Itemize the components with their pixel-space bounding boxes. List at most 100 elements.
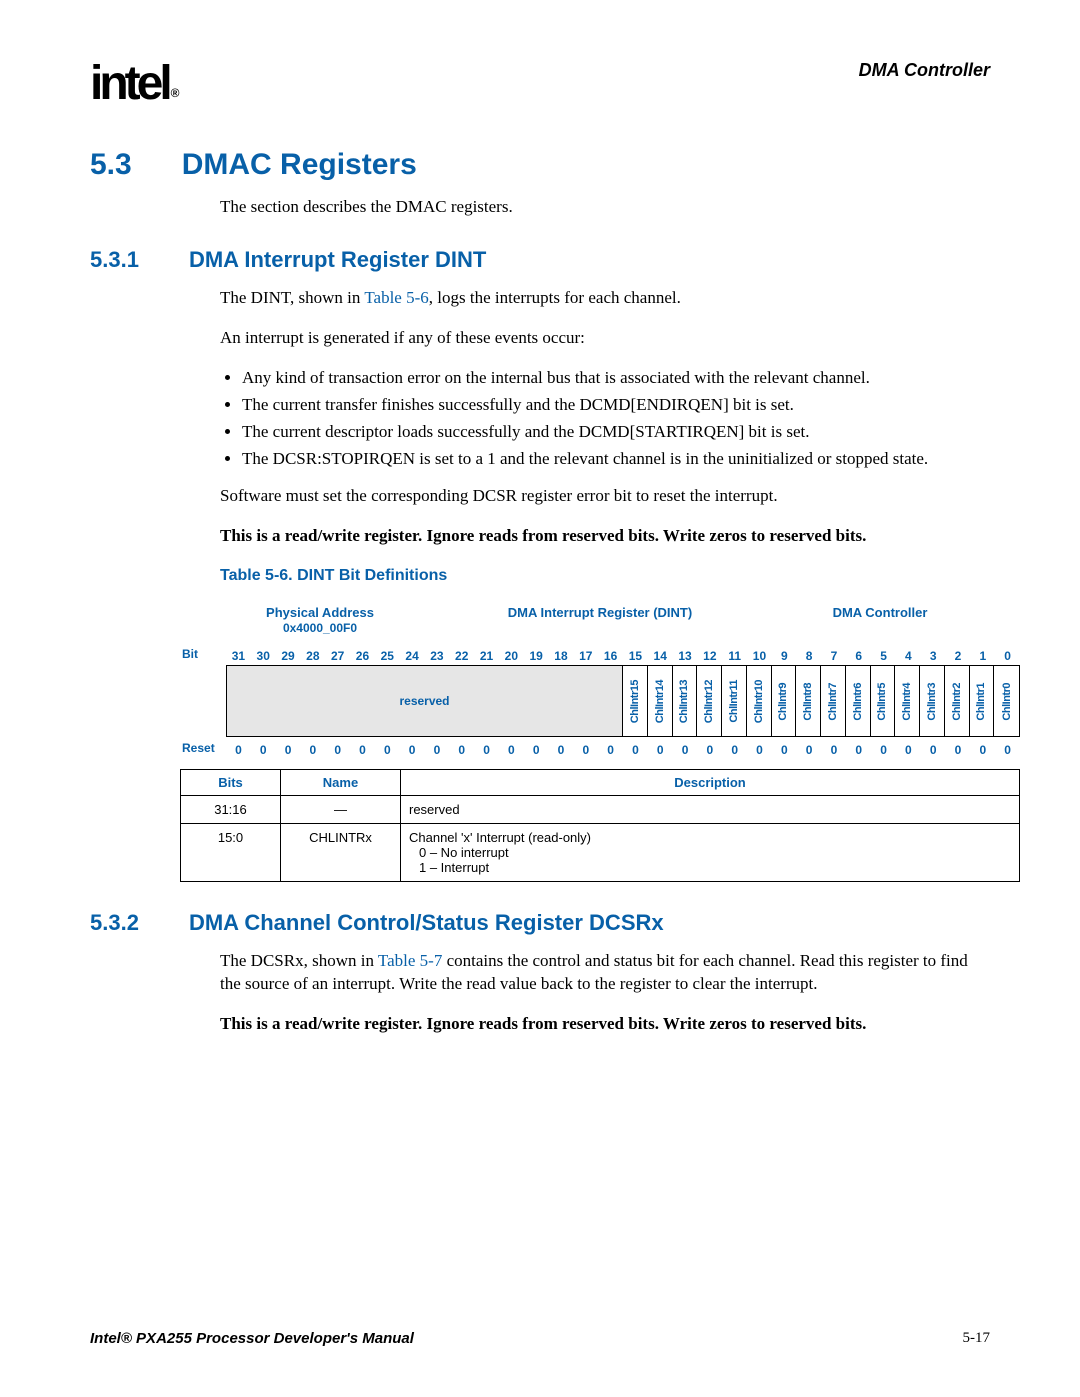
reset-value: 0: [573, 741, 598, 759]
cell-name: —: [281, 796, 401, 824]
bit-number-row: Bit 313029282726252423222120191817161514…: [180, 647, 1020, 665]
logo-text: intel: [90, 57, 169, 110]
reset-row: Reset 00000000000000000000000000000000: [180, 741, 1020, 759]
text-span: , logs the interrupts for each channel.: [429, 288, 681, 307]
bit-field: ChlIntr13: [673, 666, 698, 736]
reset-values: 00000000000000000000000000000000: [226, 741, 1020, 759]
bit-field: ChlIntr6: [846, 666, 871, 736]
reset-value: 0: [946, 741, 971, 759]
reset-value: 0: [970, 741, 995, 759]
reset-value: 0: [400, 741, 425, 759]
col-name: Name: [281, 770, 401, 796]
heading-number: 5.3.1: [90, 247, 139, 273]
label: Physical Address: [266, 605, 374, 620]
heading-5-3-1: 5.3.1 DMA Interrupt Register DINT: [90, 247, 990, 273]
reset-value: 0: [772, 741, 797, 759]
bit-number: 29: [276, 647, 301, 665]
intel-logo: intel®: [90, 60, 174, 108]
reset-value: 0: [499, 741, 524, 759]
register-header: Physical Address 0x4000_00F0 DMA Interru…: [180, 599, 1020, 637]
bit-field: ChlIntr10: [747, 666, 772, 736]
row-label-bit: Bit: [180, 647, 226, 665]
paragraph-bold: This is a read/write register. Ignore re…: [220, 1013, 990, 1036]
reset-value: 0: [549, 741, 574, 759]
bit-field: ChlIntr8: [796, 666, 821, 736]
table-header-row: Bits Name Description: [181, 770, 1020, 796]
address-value: 0x4000_00F0: [283, 621, 357, 635]
bit-number: 13: [673, 647, 698, 665]
bit-field: ChlIntr2: [945, 666, 970, 736]
bit-number: 0: [995, 647, 1020, 665]
table-reference-link[interactable]: Table 5-6: [364, 288, 428, 307]
reset-value: 0: [276, 741, 301, 759]
col-bits: Bits: [181, 770, 281, 796]
text-span: The DINT, shown in: [220, 288, 364, 307]
bit-field: ChlIntr1: [970, 666, 995, 736]
bit-number: 30: [251, 647, 276, 665]
bit-number: 19: [524, 647, 549, 665]
reset-value: 0: [896, 741, 921, 759]
bit-field: ChlIntr9: [772, 666, 797, 736]
heading-text: DMAC Registers: [182, 148, 417, 182]
desc-line: 1 – Interrupt: [409, 860, 1011, 875]
page-number: 5-17: [963, 1330, 991, 1347]
bit-number: 3: [921, 647, 946, 665]
chapter-title: DMA Controller: [859, 60, 990, 81]
page: intel® DMA Controller 5.3 DMAC Registers…: [0, 0, 1080, 1397]
table-caption: Table 5-6. DINT Bit Definitions: [220, 567, 990, 585]
paragraph: An interrupt is generated if any of thes…: [220, 327, 990, 350]
register-name: DMA Interrupt Register (DINT): [460, 605, 740, 635]
trademark-icon: ®: [171, 86, 176, 100]
cell-bits: 15:0: [181, 824, 281, 882]
desc-line: Channel 'x' Interrupt (read-only): [409, 830, 1011, 845]
cell-bits: 31:16: [181, 796, 281, 824]
reset-value: 0: [722, 741, 747, 759]
bit-field: ChlIntr7: [821, 666, 846, 736]
table-row: 31:16 — reserved: [181, 796, 1020, 824]
reset-value: 0: [995, 741, 1020, 759]
bit-number: 10: [747, 647, 772, 665]
bit-number: 18: [549, 647, 574, 665]
reset-value: 0: [226, 741, 251, 759]
heading-text: DMA Interrupt Register DINT: [189, 247, 486, 273]
table-reference-link[interactable]: Table 5-7: [378, 951, 442, 970]
bit-number: 14: [648, 647, 673, 665]
page-footer: Intel® PXA255 Processor Developer's Manu…: [90, 1330, 990, 1347]
reset-value: 0: [673, 741, 698, 759]
bit-number: 1: [970, 647, 995, 665]
reset-value: 0: [747, 741, 772, 759]
reset-value: 0: [797, 741, 822, 759]
bit-number: 23: [425, 647, 450, 665]
bit-number: 21: [474, 647, 499, 665]
bit-number: 9: [772, 647, 797, 665]
bit-field: ChlIntr4: [895, 666, 920, 736]
bit-field: ChlIntr5: [871, 666, 896, 736]
heading-number: 5.3.2: [90, 910, 139, 936]
bit-number: 15: [623, 647, 648, 665]
list-item: The current descriptor loads successfull…: [242, 421, 990, 444]
reset-value: 0: [300, 741, 325, 759]
heading-5-3-2: 5.3.2 DMA Channel Control/Status Registe…: [90, 910, 990, 936]
bit-field: ChlIntr14: [648, 666, 673, 736]
reset-value: 0: [871, 741, 896, 759]
reset-value: 0: [474, 741, 499, 759]
desc-line: 0 – No interrupt: [409, 845, 1011, 860]
bit-number: 24: [400, 647, 425, 665]
bullet-list: Any kind of transaction error on the int…: [220, 367, 990, 471]
reset-value: 0: [325, 741, 350, 759]
bit-field: ChlIntr0: [994, 666, 1019, 736]
paragraph: The section describes the DMAC registers…: [220, 196, 990, 219]
bit-number: 6: [846, 647, 871, 665]
bit-number: 16: [598, 647, 623, 665]
cell-name: CHLINTRx: [281, 824, 401, 882]
register-table: Physical Address 0x4000_00F0 DMA Interru…: [180, 599, 1020, 882]
bit-names: reservedChlIntr15ChlIntr14ChlIntr13ChlIn…: [226, 665, 1020, 737]
col-description: Description: [401, 770, 1020, 796]
cell-desc: reserved: [401, 796, 1020, 824]
reset-value: 0: [921, 741, 946, 759]
bit-number: 26: [350, 647, 375, 665]
row-label-reset: Reset: [180, 741, 226, 759]
description-table: Bits Name Description 31:16 — reserved 1…: [180, 769, 1020, 882]
page-header: intel® DMA Controller: [90, 60, 990, 108]
bit-number: 22: [449, 647, 474, 665]
